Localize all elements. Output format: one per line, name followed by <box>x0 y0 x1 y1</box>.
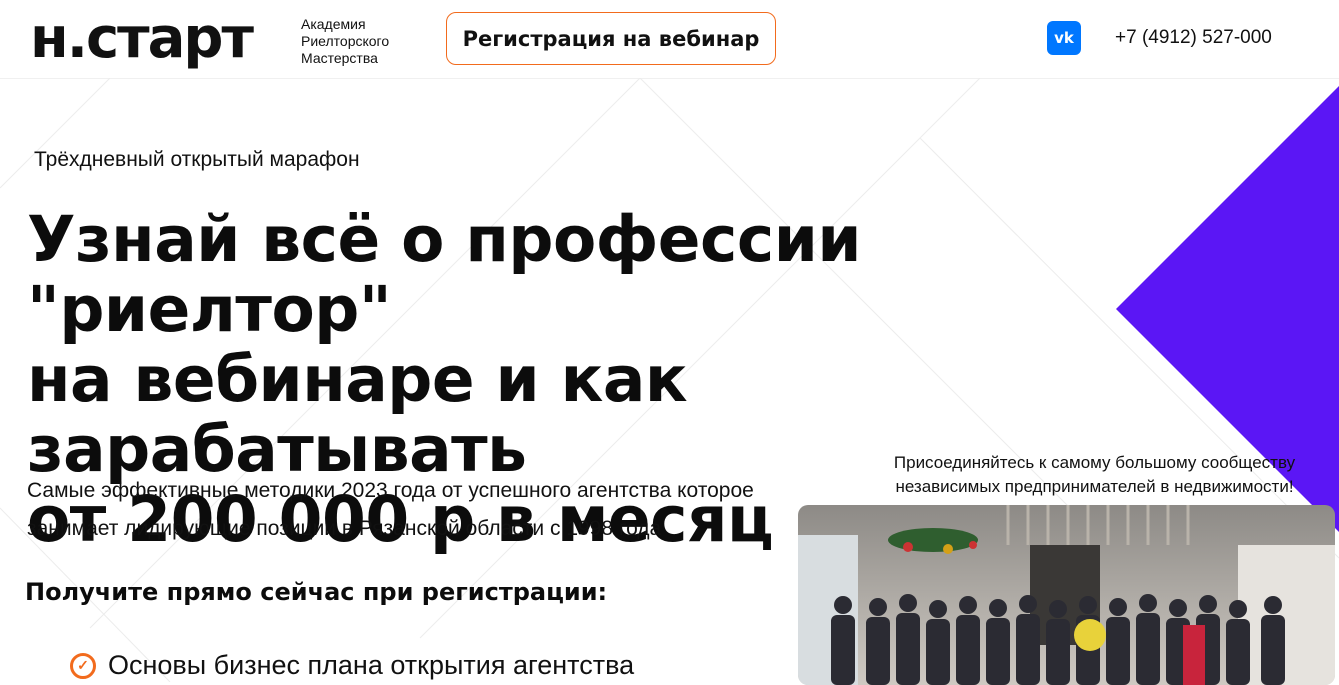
site-header: н.старт Академия Риелторского Мастерства… <box>0 0 1339 79</box>
eyebrow-text: Трёхдневный открытый марафон <box>34 148 360 171</box>
phone-link[interactable]: +7 (4912) 527-000 <box>1115 27 1272 49</box>
team-photo <box>798 505 1335 685</box>
logo-sub-line-1: Академия <box>301 16 366 32</box>
bullet-text: Основы бизнес плана открытия агентства <box>108 650 635 680</box>
vk-icon[interactable]: vk <box>1047 21 1081 55</box>
hero-description: Самые эффективные методики 2023 года от … <box>27 472 817 548</box>
description-line-2: занимает лидирующие позиции в Рязанской … <box>27 517 662 540</box>
team-photo-image <box>798 505 1335 685</box>
logo[interactable]: н.старт <box>30 4 254 74</box>
logo-subtitle: Академия Риелторского Мастерства <box>301 16 389 67</box>
bullet-item: ✓ Основы бизнес плана открытия агентства <box>70 650 634 681</box>
description-line-1: Самые эффективные методики 2023 года от … <box>27 479 754 502</box>
logo-sub-line-2: Риелторского <box>301 33 390 49</box>
headline-line-1: Узнай всё о профессии "риелтор" <box>27 203 862 346</box>
community-line-2: независимых предпринимателей в недвижимо… <box>895 477 1294 496</box>
community-caption: Присоединяйтесь к самому большому сообще… <box>862 451 1327 499</box>
vk-icon-label: vk <box>1054 29 1074 47</box>
community-line-1: Присоединяйтесь к самому большому сообще… <box>893 453 1296 472</box>
register-webinar-button[interactable]: Регистрация на вебинар <box>446 12 776 65</box>
logo-sub-line-3: Мастерства <box>301 50 378 66</box>
get-now-heading: Получите прямо сейчас при регистрации: <box>25 578 608 606</box>
check-circle-icon: ✓ <box>70 652 96 679</box>
